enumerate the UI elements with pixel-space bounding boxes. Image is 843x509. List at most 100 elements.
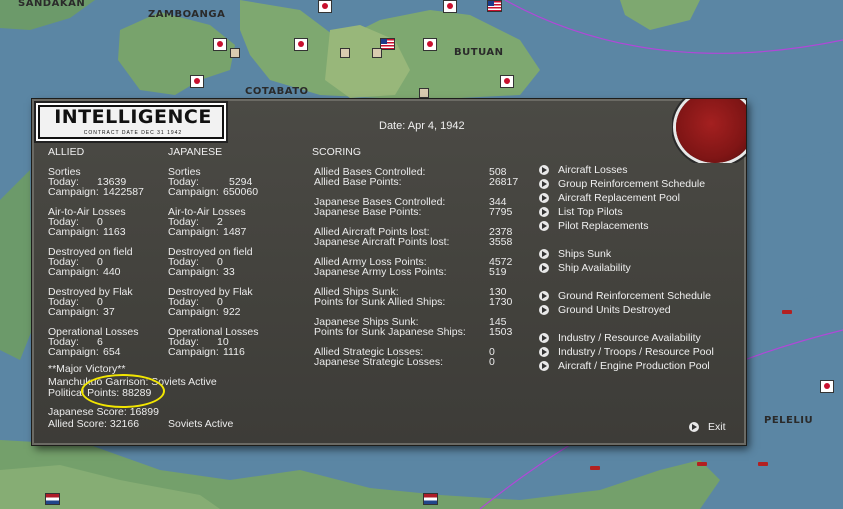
red-seal-emblem (672, 99, 746, 163)
map-label-sandakan: SANDAKAN (18, 0, 86, 9)
score-label: Japanese Strategic Losses: (314, 356, 443, 368)
score-value: 0 (489, 356, 495, 368)
arrow-right-icon (539, 207, 549, 217)
us-flag-marker[interactable] (380, 38, 395, 50)
menu-group-reinforcement-schedule[interactable]: Group Reinforcement Schedule (539, 177, 705, 191)
scoring-pair: Allied Strategic Losses: 0 Japanese Strat… (314, 347, 524, 368)
map-label-butuan: BUTUAN (454, 47, 504, 58)
arrow-right-icon (539, 305, 549, 315)
japanese-base-marker[interactable] (190, 75, 204, 88)
score-value: 1503 (489, 326, 513, 338)
campaign-value: 37 (103, 306, 115, 318)
arrow-right-icon (539, 361, 549, 371)
campaign-value: 1163 (103, 226, 126, 238)
dutch-flag-marker[interactable] (423, 493, 438, 505)
campaign-value: 922 (223, 306, 241, 318)
score-value: 519 (489, 266, 507, 278)
menu-industry-troops-resource-pool[interactable]: Industry / Troops / Resource Pool (539, 345, 714, 359)
arrow-right-icon (539, 347, 549, 357)
scoring-header: SCORING (312, 146, 362, 158)
scoring-pair: Allied Bases Controlled: 508 Allied Base … (314, 167, 524, 188)
menu-industry-resource-availability[interactable]: Industry / Resource Availability (539, 331, 701, 345)
score-value: 26817 (489, 176, 519, 188)
menu-pilot-replacements[interactable]: Pilot Replacements (539, 219, 648, 233)
score-value: 3558 (489, 236, 513, 248)
map-label-zamboanga: ZAMBOANGA (148, 9, 226, 20)
score-label: Allied Base Points: (314, 176, 402, 188)
menu-label: Ships Sunk (558, 248, 612, 260)
menu-label: Pilot Replacements (558, 220, 649, 232)
ship-marker[interactable] (758, 462, 768, 466)
menu-label: Industry / Resource Availability (558, 332, 701, 344)
dutch-flag-marker[interactable] (45, 493, 60, 505)
campaign-label: Campaign: (48, 346, 99, 358)
campaign-label: Campaign: (168, 226, 219, 238)
arrow-right-icon (539, 179, 549, 189)
score-value: 1730 (489, 296, 513, 308)
campaign-label: Campaign: (48, 226, 99, 238)
arrow-right-icon (539, 291, 549, 301)
political-points-highlight (81, 374, 165, 408)
scoring-pair: Japanese Bases Controlled: 344 Japanese B… (314, 197, 524, 218)
campaign-value: 1487 (223, 226, 247, 238)
ship-marker[interactable] (590, 466, 600, 470)
campaign-label: Campaign: (48, 306, 99, 318)
intelligence-title-plate: INTELLIGENCE CONTRACT DATE DEC 31 1942 (34, 101, 228, 143)
japanese-base-marker[interactable] (500, 75, 514, 88)
campaign-label: Campaign: (168, 266, 219, 278)
scoring-pair: Allied Ships Sunk: 130 Points for Sunk Al… (314, 287, 524, 308)
ship-marker[interactable] (782, 310, 792, 314)
japanese-sorties: Sorties Today: 5294 Campaign: 650060 (168, 167, 258, 198)
victory-status: **Major Victory** (48, 363, 126, 375)
allied-header: ALLIED (48, 146, 85, 158)
panel-subtitle: CONTRACT DATE DEC 31 1942 (83, 130, 183, 136)
unit-marker[interactable] (372, 48, 382, 58)
menu-ship-availability[interactable]: Ship Availability (539, 261, 631, 275)
map-label-cotabato: COTABATO (245, 86, 309, 97)
menu-ships-sunk[interactable]: Ships Sunk (539, 247, 611, 261)
japanese-base-marker[interactable] (318, 0, 332, 13)
japanese-header: JAPANESE (168, 146, 223, 158)
campaign-value: 1422587 (103, 186, 144, 198)
campaign-value: 1116 (223, 346, 245, 358)
menu-ground-reinforcement-schedule[interactable]: Ground Reinforcement Schedule (539, 289, 711, 303)
japanese-base-marker[interactable] (423, 38, 437, 51)
campaign-value: 654 (103, 346, 121, 358)
arrow-right-icon (689, 422, 699, 432)
unit-marker[interactable] (230, 48, 240, 58)
scoring-pair: Allied Army Loss Points: 4572 Japanese Ar… (314, 257, 524, 278)
unit-marker[interactable] (340, 48, 350, 58)
allied-operational-losses: Operational Losses Today: 6 Campaign: 654 (48, 327, 138, 358)
japanese-base-marker[interactable] (820, 380, 834, 393)
exit-label: Exit (708, 421, 726, 433)
campaign-label: Campaign: (168, 306, 219, 318)
menu-aircraft-engine-production-pool[interactable]: Aircraft / Engine Production Pool (539, 359, 710, 373)
soviets-status: Soviets Active (168, 418, 234, 430)
menu-label: Group Reinforcement Schedule (558, 178, 706, 190)
allied-air-to-air-losses: Air-to-Air Losses Today: 0 Campaign: 1163 (48, 207, 126, 238)
exit-button[interactable]: Exit (689, 421, 726, 433)
menu-list-top-pilots[interactable]: List Top Pilots (539, 205, 623, 219)
menu-aircraft-losses[interactable]: Aircraft Losses (539, 163, 627, 177)
menu-aircraft-replacement-pool[interactable]: Aircraft Replacement Pool (539, 191, 680, 205)
us-flag-marker[interactable] (487, 0, 502, 12)
current-date: Date: Apr 4, 1942 (379, 120, 465, 132)
allied-destroyed-by-flak: Destroyed by Flak Today: 0 Campaign: 37 (48, 287, 133, 318)
campaign-label: Campaign: (48, 266, 99, 278)
japanese-destroyed-by-flak: Destroyed by Flak Today: 0 Campaign: 922 (168, 287, 253, 318)
unit-marker[interactable] (419, 88, 429, 98)
campaign-label: Campaign: (48, 186, 99, 198)
score-label: Points for Sunk Japanese Ships: (314, 326, 466, 338)
arrow-right-icon (539, 165, 549, 175)
arrow-right-icon (539, 333, 549, 343)
score-value: 7795 (489, 206, 513, 218)
scoring-pair: Allied Aircraft Points lost: 2378 Japanes… (314, 227, 524, 248)
menu-ground-units-destroyed[interactable]: Ground Units Destroyed (539, 303, 671, 317)
arrow-right-icon (539, 221, 549, 231)
menu-label: Ground Units Destroyed (558, 304, 671, 316)
ship-marker[interactable] (697, 462, 707, 466)
japanese-air-to-air-losses: Air-to-Air Losses Today: 2 Campaign: 1487 (168, 207, 247, 238)
japanese-base-marker[interactable] (294, 38, 308, 51)
japanese-base-marker[interactable] (443, 0, 457, 13)
japanese-base-marker[interactable] (213, 38, 227, 51)
